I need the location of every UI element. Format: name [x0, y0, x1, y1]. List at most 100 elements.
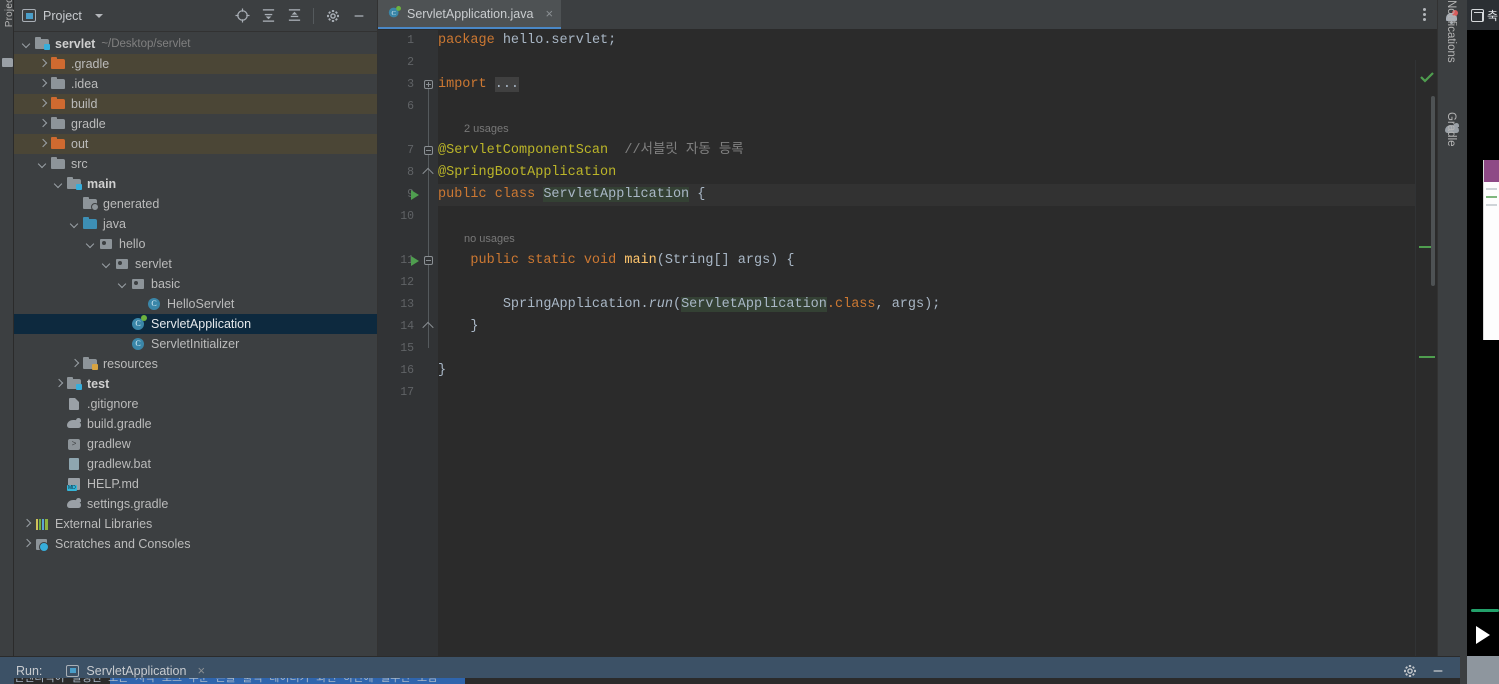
code-line[interactable]: SpringApplication.run(ServletApplication… — [438, 294, 1437, 316]
chevron-down-icon[interactable] — [116, 274, 130, 294]
fold-collapse-icon[interactable] — [424, 146, 433, 155]
video-progress-bar[interactable] — [1471, 609, 1499, 612]
chevron-down-icon[interactable] — [100, 254, 114, 274]
code-line[interactable] — [438, 382, 1437, 404]
code-line[interactable] — [438, 96, 1437, 118]
tree-node-java[interactable]: java — [14, 214, 377, 234]
tree-node-out[interactable]: out — [14, 134, 377, 154]
tree-node-gradle[interactable]: gradle — [14, 114, 377, 134]
tree-node-servletapplication[interactable]: C ServletApplication — [14, 314, 377, 334]
code-line[interactable] — [438, 206, 1437, 228]
tree-node-test[interactable]: test — [14, 374, 377, 394]
project-tree[interactable]: servlet ~/Desktop/servlet .gradle .idea buil… — [14, 32, 377, 554]
project-panel-title-group[interactable]: Project — [22, 9, 103, 23]
video-overlay[interactable]: 축 — [1467, 0, 1499, 684]
tree-node-build-gradle[interactable]: build.gradle — [14, 414, 377, 434]
chevron-right-icon[interactable] — [52, 374, 66, 394]
chevron-down-icon[interactable] — [36, 154, 50, 174]
chevron-right-icon[interactable] — [36, 94, 50, 114]
tree-node-servlet[interactable]: servlet — [14, 254, 377, 274]
code-line[interactable]: public static void main(String[] args) { — [438, 250, 1437, 272]
inspection-marker-strip[interactable] — [1415, 60, 1437, 656]
tree-node-servlet[interactable]: servlet ~/Desktop/servlet — [14, 34, 377, 54]
chevron-right-icon[interactable] — [36, 74, 50, 94]
fold-expand-icon[interactable] — [424, 80, 433, 89]
fold-gutter[interactable] — [424, 30, 438, 656]
editor-area: C ServletApplication.java × 1 2 3 6 7 8 9 10 11 1… — [378, 0, 1437, 656]
tree-node-src[interactable]: src — [14, 154, 377, 174]
tree-node-settings-gradle[interactable]: settings.gradle — [14, 494, 377, 514]
gradle-file-icon — [66, 416, 82, 432]
code-line[interactable] — [438, 338, 1437, 360]
tree-node-gradlew[interactable]: > gradlew — [14, 434, 377, 454]
chevron-right-icon[interactable] — [36, 134, 50, 154]
chevron-down-icon[interactable] — [94, 13, 103, 18]
libraries-icon — [34, 516, 50, 532]
fold-collapse-icon[interactable] — [424, 256, 433, 265]
chevron-down-icon[interactable] — [68, 214, 82, 234]
tree-node-gradle[interactable]: .gradle — [14, 54, 377, 74]
tree-node-servletinitializer[interactable]: C ServletInitializer — [14, 334, 377, 354]
line-number: 6 — [407, 100, 414, 113]
tree-node-scratches-and-consoles[interactable]: Scratches and Consoles — [14, 534, 377, 554]
package-icon — [130, 276, 146, 292]
code-line[interactable]: @ServletComponentScan //서블릿 자동 등록 — [438, 140, 1437, 162]
code-line[interactable] — [438, 52, 1437, 74]
fold-end-icon[interactable] — [424, 322, 433, 331]
chevron-down-icon[interactable] — [52, 174, 66, 194]
tree-node-gradlew-bat[interactable]: gradlew.bat — [14, 454, 377, 474]
tree-node-external-libraries[interactable]: External Libraries — [14, 514, 377, 534]
tree-node-hello[interactable]: hello — [14, 234, 377, 254]
line-number: 10 — [400, 210, 414, 223]
tree-node-main[interactable]: main — [14, 174, 377, 194]
editor-gutter[interactable]: 1 2 3 6 7 8 9 10 11 12 13 14 15 16 17 — [378, 30, 438, 656]
code-line[interactable]: package hello.servlet; — [438, 30, 1437, 52]
project-strip-icon — [2, 58, 13, 67]
tree-node-build[interactable]: build — [14, 94, 377, 114]
tree-node-idea[interactable]: .idea — [14, 74, 377, 94]
line-number: 12 — [400, 276, 414, 289]
expand-icon[interactable] — [1471, 8, 1484, 22]
settings-gear-icon[interactable] — [321, 4, 345, 28]
run-gutter-icon[interactable] — [411, 256, 419, 266]
tool-tab-notifications[interactable]: Notifications — [1438, 0, 1468, 126]
editor-scrollbar-thumb[interactable] — [1431, 96, 1435, 286]
line-number: 1 — [407, 34, 414, 47]
tree-node-label: basic — [151, 277, 181, 291]
locate-icon[interactable] — [230, 4, 254, 28]
console-output[interactable]: 인텐리렉이 실행된 모든 시작 로그 부분 콘솔 출력 데이터가 화면 하단에 … — [14, 678, 1460, 684]
run-gutter-icon[interactable] — [411, 190, 419, 200]
overlay-footer — [1467, 656, 1499, 684]
tree-node-gitignore[interactable]: .gitignore — [14, 394, 377, 414]
close-icon[interactable]: × — [197, 663, 205, 678]
tool-tab-gradle[interactable]: Gradle — [1438, 112, 1468, 208]
chevron-right-icon[interactable] — [68, 354, 82, 374]
tree-node-generated[interactable]: generated — [14, 194, 377, 214]
code-line[interactable]: public class ServletApplication { — [438, 184, 1437, 206]
chevron-down-icon[interactable] — [84, 234, 98, 254]
code-line[interactable]: @SpringBootApplication — [438, 162, 1437, 184]
close-icon[interactable]: × — [545, 6, 553, 21]
code-content[interactable]: package hello.servlet; import ... 2 usages… — [438, 30, 1437, 656]
chevron-right-icon[interactable] — [20, 514, 34, 534]
code-line[interactable]: } — [438, 360, 1437, 382]
editor-more-button[interactable] — [1411, 0, 1437, 29]
tree-node-helloservlet[interactable]: C HelloServlet — [14, 294, 377, 314]
chevron-down-icon[interactable] — [20, 34, 34, 54]
code-line[interactable]: } — [438, 316, 1437, 338]
tree-node-resources[interactable]: resources — [14, 354, 377, 374]
tree-node-basic[interactable]: basic — [14, 274, 377, 294]
markdown-file-icon — [66, 476, 82, 492]
code-line[interactable] — [438, 272, 1437, 294]
tree-node-help-md[interactable]: HELP.md — [14, 474, 377, 494]
chevron-right-icon[interactable] — [36, 114, 50, 134]
expand-all-icon[interactable] — [256, 4, 280, 28]
play-triangle-icon[interactable] — [1476, 626, 1490, 644]
chevron-right-icon[interactable] — [36, 54, 50, 74]
hide-icon[interactable] — [347, 4, 371, 28]
chevron-right-icon[interactable] — [20, 534, 34, 554]
fold-end-icon[interactable] — [424, 168, 433, 177]
collapse-all-icon[interactable] — [282, 4, 306, 28]
code-line[interactable]: import ... — [438, 74, 1437, 96]
editor-tab-servletapplication[interactable]: C ServletApplication.java × — [378, 0, 562, 29]
